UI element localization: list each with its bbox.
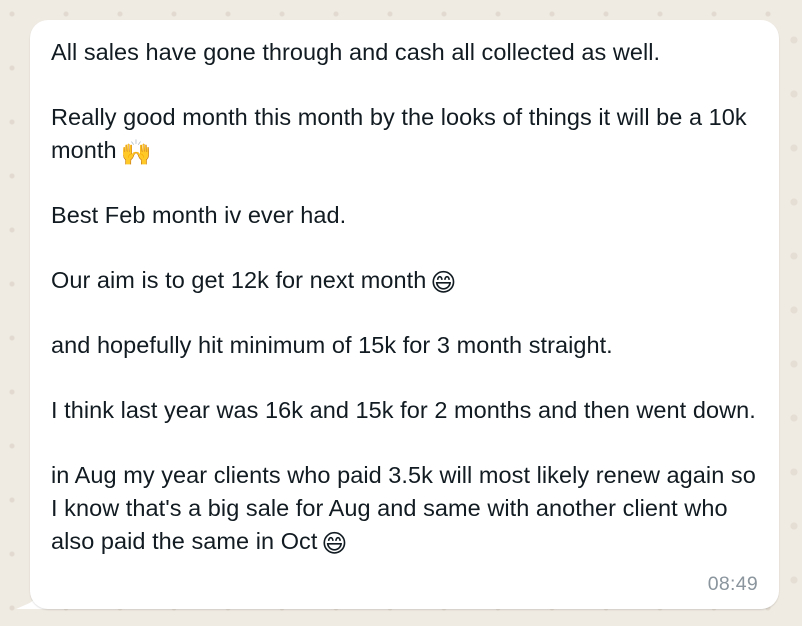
message-text: Our aim is to get 12k for next month xyxy=(51,267,427,293)
message-text: All sales have gone through and cash all… xyxy=(51,39,661,65)
message-paragraph: All sales have gone through and cash all… xyxy=(51,36,761,69)
message-text: Really good month this month by the look… xyxy=(51,104,747,163)
message-paragraph: Our aim is to get 12k for next month 😄 xyxy=(51,264,761,297)
message-text: in Aug my year clients who paid 3.5k wil… xyxy=(51,462,756,554)
message-body: All sales have gone through and cash all… xyxy=(51,36,761,558)
message-text: Best Feb month iv ever had. xyxy=(51,202,347,228)
message-paragraph: in Aug my year clients who paid 3.5k wil… xyxy=(51,459,761,558)
grinning-face-emoji-icon: 😄 xyxy=(321,529,348,558)
grinning-face-emoji-icon: 😄 xyxy=(430,268,457,297)
message-paragraph: Really good month this month by the look… xyxy=(51,101,761,167)
message-paragraph: Best Feb month iv ever had. xyxy=(51,199,761,232)
message-paragraph: and hopefully hit minimum of 15k for 3 m… xyxy=(51,329,761,362)
message-paragraph: I think last year was 16k and 15k for 2 … xyxy=(51,394,761,427)
message-text: I think last year was 16k and 15k for 2 … xyxy=(51,397,756,423)
raising-hands-emoji-icon: 🙌 xyxy=(120,138,152,167)
message-text: and hopefully hit minimum of 15k for 3 m… xyxy=(51,332,613,358)
message-timestamp: 08:49 xyxy=(707,573,758,595)
